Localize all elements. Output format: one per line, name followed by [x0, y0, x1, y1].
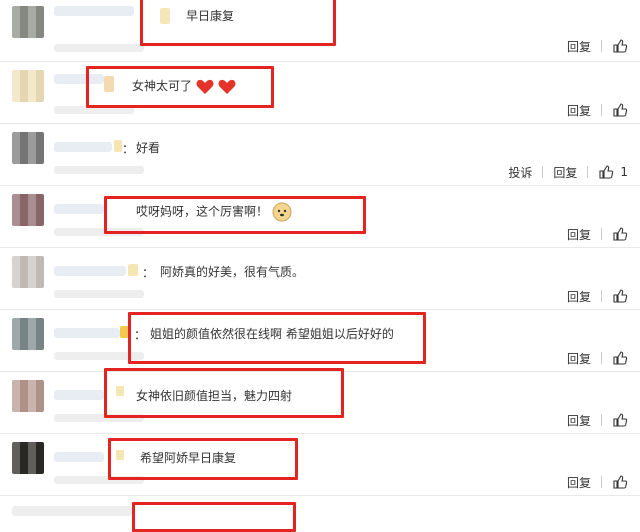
blurred-username	[54, 452, 104, 462]
reply-link[interactable]: 回复	[567, 38, 591, 55]
divider	[587, 166, 589, 178]
comment-item: ： 阿娇真的好美，很有气质。 回复	[0, 248, 640, 310]
highlight-box	[104, 196, 366, 234]
avatar[interactable]	[12, 6, 44, 38]
avatar[interactable]	[12, 442, 44, 474]
avatar[interactable]	[12, 194, 44, 226]
reply-link[interactable]: 回复	[567, 474, 591, 491]
thumbs-up-icon[interactable]	[612, 226, 628, 242]
comment-actions: 投诉 回复 1	[508, 164, 628, 180]
divider	[601, 352, 602, 364]
highlight-box	[104, 368, 344, 418]
avatar[interactable]	[12, 70, 44, 102]
divider	[601, 228, 602, 240]
divider	[542, 166, 544, 178]
comment-actions: 回复	[567, 350, 628, 366]
thumbs-up-icon[interactable]	[612, 350, 628, 366]
thumbs-up-icon[interactable]	[612, 474, 628, 490]
blurred-username	[54, 204, 104, 214]
comment-actions: 回复	[567, 288, 628, 304]
reply-link[interactable]: 回复	[567, 226, 591, 243]
highlight-box	[140, 0, 336, 46]
comment-item: 希望阿娇早日康复 回复	[0, 434, 640, 496]
blurred-content	[12, 506, 132, 516]
divider	[601, 414, 602, 426]
reply-link[interactable]: 回复	[553, 164, 577, 181]
reply-link[interactable]: 回复	[567, 288, 591, 305]
avatar[interactable]	[12, 132, 44, 164]
blurred-timestamp	[54, 44, 144, 52]
avatar[interactable]	[12, 380, 44, 412]
blurred-timestamp	[54, 290, 144, 298]
comment-actions: 回复	[567, 38, 628, 54]
thumbs-up-icon[interactable]	[612, 412, 628, 428]
highlight-box	[86, 66, 274, 108]
highlight-box	[108, 438, 298, 480]
comment-actions: 回复	[567, 226, 628, 242]
thumbs-up-icon[interactable]	[612, 38, 628, 54]
comment-item: ： 姐姐的颜值依然很在线啊 希望姐姐以后好好的 回复	[0, 310, 640, 372]
blurred-username	[54, 142, 112, 152]
thumbs-up-icon[interactable]	[598, 164, 614, 180]
colon: ：	[122, 142, 135, 156]
comment-item: 女神太可了 回复	[0, 62, 640, 124]
report-link[interactable]: 投诉	[508, 164, 532, 181]
comment-item: 女神依旧颜值担当，魅力四射 回复	[0, 368, 640, 434]
comment-text: 好看	[136, 141, 161, 155]
comment-item: 早日康复 回复	[0, 0, 640, 62]
avatar[interactable]	[12, 318, 44, 350]
blurred-username	[54, 6, 134, 16]
divider	[601, 476, 602, 488]
user-badge	[114, 140, 122, 152]
divider	[601, 104, 602, 116]
user-badge	[128, 264, 138, 276]
comment-text: 阿娇真的好美，很有气质。	[160, 265, 305, 279]
highlight-box	[132, 502, 296, 532]
comment-actions: 回复	[567, 474, 628, 490]
avatar[interactable]	[12, 256, 44, 288]
highlight-box	[128, 312, 426, 364]
reply-link[interactable]: 回复	[567, 102, 591, 119]
colon: ：	[142, 266, 155, 280]
reply-link[interactable]: 回复	[567, 350, 591, 367]
blurred-username	[54, 390, 104, 400]
like-count: 1	[620, 165, 628, 179]
thumbs-up-icon[interactable]	[612, 288, 628, 304]
blurred-username	[54, 328, 120, 338]
divider	[601, 290, 602, 302]
comment-actions: 回复	[567, 102, 628, 118]
reply-link[interactable]: 回复	[567, 412, 591, 429]
divider	[601, 40, 602, 52]
blurred-timestamp	[54, 166, 144, 174]
thumbs-up-icon[interactable]	[612, 102, 628, 118]
comment-actions: 回复	[567, 412, 628, 428]
comment-item: ： 好看 投诉 回复 1	[0, 124, 640, 186]
comment-item: 哎呀妈呀，这个厉害啊！ 回复	[0, 186, 640, 248]
blurred-username	[54, 266, 126, 276]
